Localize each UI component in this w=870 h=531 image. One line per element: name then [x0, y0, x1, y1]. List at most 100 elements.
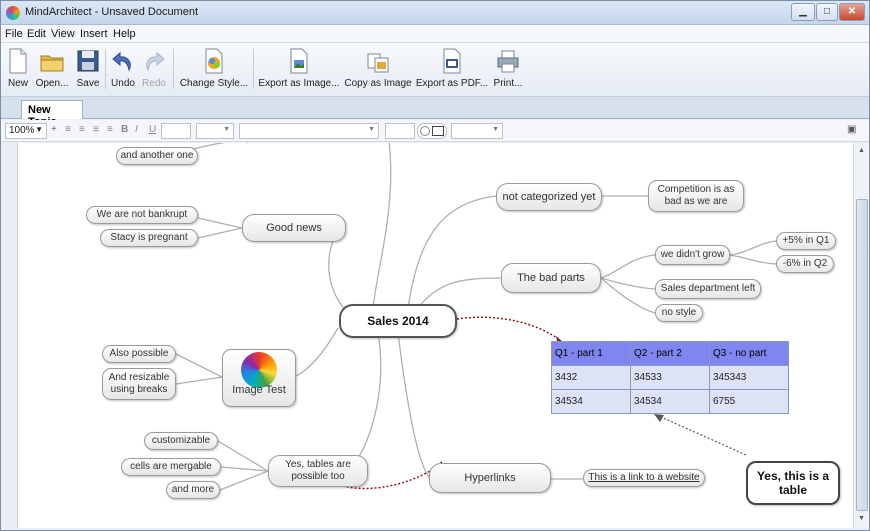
italic-button[interactable]: I: [135, 124, 138, 135]
node-bad-parts[interactable]: The bad parts: [501, 263, 601, 293]
node-not-categorized[interactable]: not categorized yet: [496, 183, 602, 211]
copy-image-button[interactable]: Copy as Image: [343, 46, 413, 94]
node-not-bankrupt[interactable]: We are not bankrupt: [86, 206, 198, 224]
table-cell[interactable]: 6755: [709, 389, 789, 414]
node-resizable[interactable]: And resizable using breaks: [102, 368, 176, 400]
table-cell[interactable]: 34533: [630, 365, 710, 390]
node-center[interactable]: Sales 2014: [339, 304, 457, 338]
menu-help[interactable]: Help: [113, 28, 136, 40]
menu-edit[interactable]: Edit: [27, 28, 46, 40]
underline-button[interactable]: U: [149, 124, 156, 135]
minimize-button[interactable]: ▁: [791, 3, 815, 21]
node-mergable[interactable]: cells are mergable: [121, 458, 221, 476]
line-style-select[interactable]: ▼: [196, 123, 234, 139]
panel-toggle-icon[interactable]: ▣: [847, 124, 856, 135]
align-left-icon[interactable]: ≡: [65, 124, 71, 135]
connector-top: [372, 143, 392, 309]
node-note-table[interactable]: Yes, this is a table: [746, 461, 840, 505]
node-plus5[interactable]: +5% in Q1: [776, 232, 836, 250]
title-bar: MindArchitect - Unsaved Document ▁ □ ✕: [1, 1, 869, 25]
print-button[interactable]: Print...: [489, 46, 527, 94]
connector-not-categorized: [407, 195, 497, 309]
node-and-another[interactable]: and another one: [116, 147, 198, 165]
undo-label: Undo: [111, 78, 135, 89]
node-website-link[interactable]: This is a link to a website: [583, 469, 705, 487]
connector-sales-left: [600, 277, 656, 290]
menu-view[interactable]: View: [51, 28, 75, 40]
save-button[interactable]: Save: [73, 46, 103, 94]
border-select[interactable]: ▼: [451, 123, 503, 139]
node-hyperlinks[interactable]: Hyperlinks: [429, 463, 551, 493]
color-field[interactable]: [385, 123, 415, 139]
change-style-label: Change Style...: [179, 78, 249, 89]
table-cell[interactable]: 3432: [551, 365, 631, 390]
connector-also: [175, 353, 223, 378]
align-center-icon[interactable]: ≡: [79, 124, 85, 135]
chevron-down-icon: ▼: [35, 125, 43, 134]
font-size-field[interactable]: [161, 123, 191, 139]
color-wheel-image: [241, 352, 277, 388]
new-button[interactable]: New: [3, 46, 33, 94]
tab-bar: New Topic: [1, 97, 869, 128]
chevron-down-icon: ▼: [223, 126, 230, 133]
chevron-down-icon: ▼: [368, 126, 375, 133]
new-label: New: [7, 78, 28, 89]
table-header-cell[interactable]: Q2 - part 2: [630, 341, 710, 366]
redo-label: Redo: [142, 78, 166, 89]
align-justify-icon[interactable]: ≡: [107, 124, 113, 135]
table-cell[interactable]: 345343: [709, 365, 789, 390]
open-button[interactable]: Open...: [33, 46, 71, 94]
node-didnt-grow[interactable]: we didn't grow: [655, 245, 730, 265]
node-image-test[interactable]: Image Test: [222, 349, 296, 407]
node-stacy[interactable]: Stacy is pregnant: [100, 229, 198, 247]
shape-toggle[interactable]: [417, 123, 447, 139]
export-pdf-button[interactable]: Export as PDF...: [415, 46, 489, 94]
node-minus6[interactable]: -6% in Q2: [776, 255, 834, 273]
bold-button[interactable]: B: [121, 124, 128, 135]
plus-icon[interactable]: +: [51, 124, 57, 135]
change-style-button[interactable]: Change Style...: [179, 46, 249, 94]
undo-button[interactable]: Undo: [107, 46, 139, 94]
redo-button[interactable]: Redo: [139, 46, 169, 94]
format-bar: 100% ▼ + ≡ ≡ ≡ ≡ B I U ▼ ▼ ▼ ▣: [1, 120, 869, 142]
table-header-cell[interactable]: Q3 - no part: [709, 341, 789, 366]
export-image-button[interactable]: Export as Image...: [257, 46, 341, 94]
new-document-icon: [9, 48, 27, 74]
node-customizable[interactable]: customizable: [144, 432, 218, 450]
data-table[interactable]: Q1 - part 1 Q2 - part 2 Q3 - no part 343…: [551, 341, 789, 414]
floppy-disk-icon: [77, 50, 99, 72]
node-good-news[interactable]: Good news: [242, 214, 346, 242]
scroll-up-icon[interactable]: ▲: [858, 147, 865, 154]
redo-arrow-icon: [146, 51, 165, 72]
font-family-select[interactable]: ▼: [239, 123, 379, 139]
connector-not-bankrupt: [197, 217, 243, 229]
table-cell[interactable]: 34534: [630, 389, 710, 414]
scroll-down-icon[interactable]: ▼: [858, 515, 865, 522]
tab-new-topic[interactable]: New Topic: [21, 100, 83, 128]
menu-insert[interactable]: Insert: [80, 28, 108, 40]
node-and-more[interactable]: and more: [166, 481, 220, 499]
connector-tables: [357, 332, 382, 459]
export-image-icon: [290, 48, 308, 74]
mindmap-canvas[interactable]: and another one We are not bankrupt Stac…: [17, 143, 853, 528]
table-header-cell[interactable]: Q1 - part 1: [551, 341, 631, 366]
toolbar-separator: [253, 49, 254, 89]
scroll-thumb[interactable]: [856, 199, 868, 511]
maximize-button[interactable]: □: [816, 3, 838, 21]
close-button[interactable]: ✕: [839, 3, 865, 21]
node-competition[interactable]: Competition is as bad as we are: [648, 180, 744, 212]
menu-file[interactable]: File: [5, 28, 23, 40]
node-no-style[interactable]: no style: [655, 304, 703, 322]
table-cell[interactable]: 34534: [551, 389, 631, 414]
vertical-scrollbar[interactable]: ▲ ▼: [853, 143, 869, 528]
align-right-icon[interactable]: ≡: [93, 124, 99, 135]
zoom-select[interactable]: 100% ▼: [5, 123, 47, 139]
export-image-label: Export as Image...: [258, 78, 340, 89]
connector-stacy: [197, 227, 243, 239]
toolbar-separator: [105, 49, 106, 89]
node-also-possible[interactable]: Also possible: [102, 345, 176, 363]
node-sales-left[interactable]: Sales department left: [655, 279, 761, 299]
table-row: 34534 34534 6755: [551, 389, 789, 414]
node-tables-possible[interactable]: Yes, tables are possible too: [268, 455, 368, 487]
style-palette-icon: [205, 48, 223, 74]
